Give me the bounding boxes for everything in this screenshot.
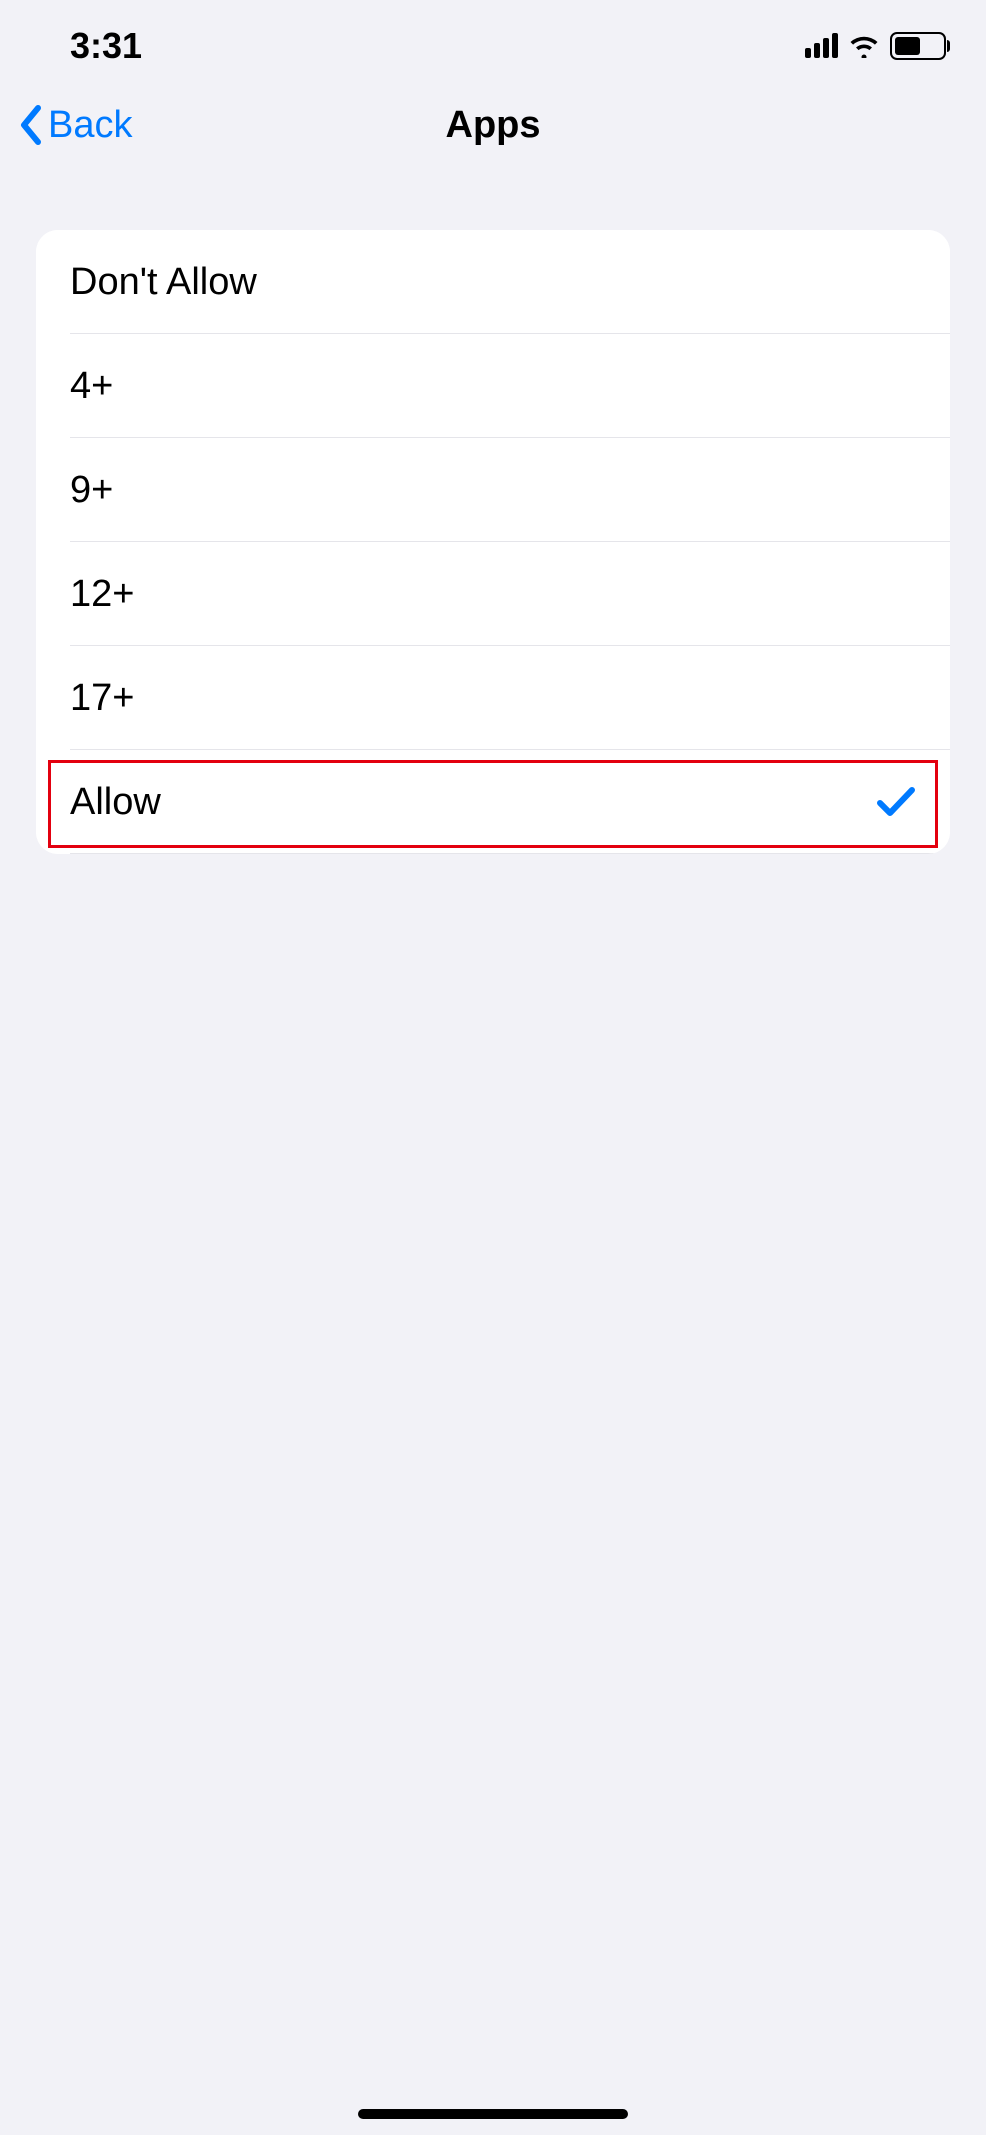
option-label: Allow — [70, 781, 161, 824]
status-time: 3:31 — [70, 25, 142, 67]
option-label: 12+ — [70, 573, 134, 616]
chevron-left-icon — [18, 104, 44, 146]
option-9plus[interactable]: 9+ — [36, 438, 950, 542]
back-button[interactable]: Back — [18, 104, 132, 147]
back-label: Back — [48, 104, 132, 147]
home-indicator — [358, 2109, 628, 2119]
option-12plus[interactable]: 12+ — [36, 542, 950, 646]
option-4plus[interactable]: 4+ — [36, 334, 950, 438]
checkmark-icon — [876, 784, 916, 820]
option-dont-allow[interactable]: Don't Allow — [36, 230, 950, 334]
wifi-icon — [848, 34, 880, 58]
option-label: 4+ — [70, 365, 113, 408]
cellular-icon — [805, 34, 838, 58]
option-17plus[interactable]: 17+ — [36, 646, 950, 750]
option-label: 9+ — [70, 469, 113, 512]
option-label: Don't Allow — [70, 261, 257, 304]
status-bar: 3:31 — [0, 0, 986, 70]
option-allow[interactable]: Allow — [36, 750, 950, 854]
status-icons — [805, 32, 946, 60]
page-title: Apps — [0, 104, 986, 147]
battery-icon — [890, 32, 946, 60]
option-label: 17+ — [70, 677, 134, 720]
settings-group: Don't Allow 4+ 9+ 12+ 17+ Allow — [36, 230, 950, 854]
nav-bar: Back Apps — [0, 80, 986, 170]
